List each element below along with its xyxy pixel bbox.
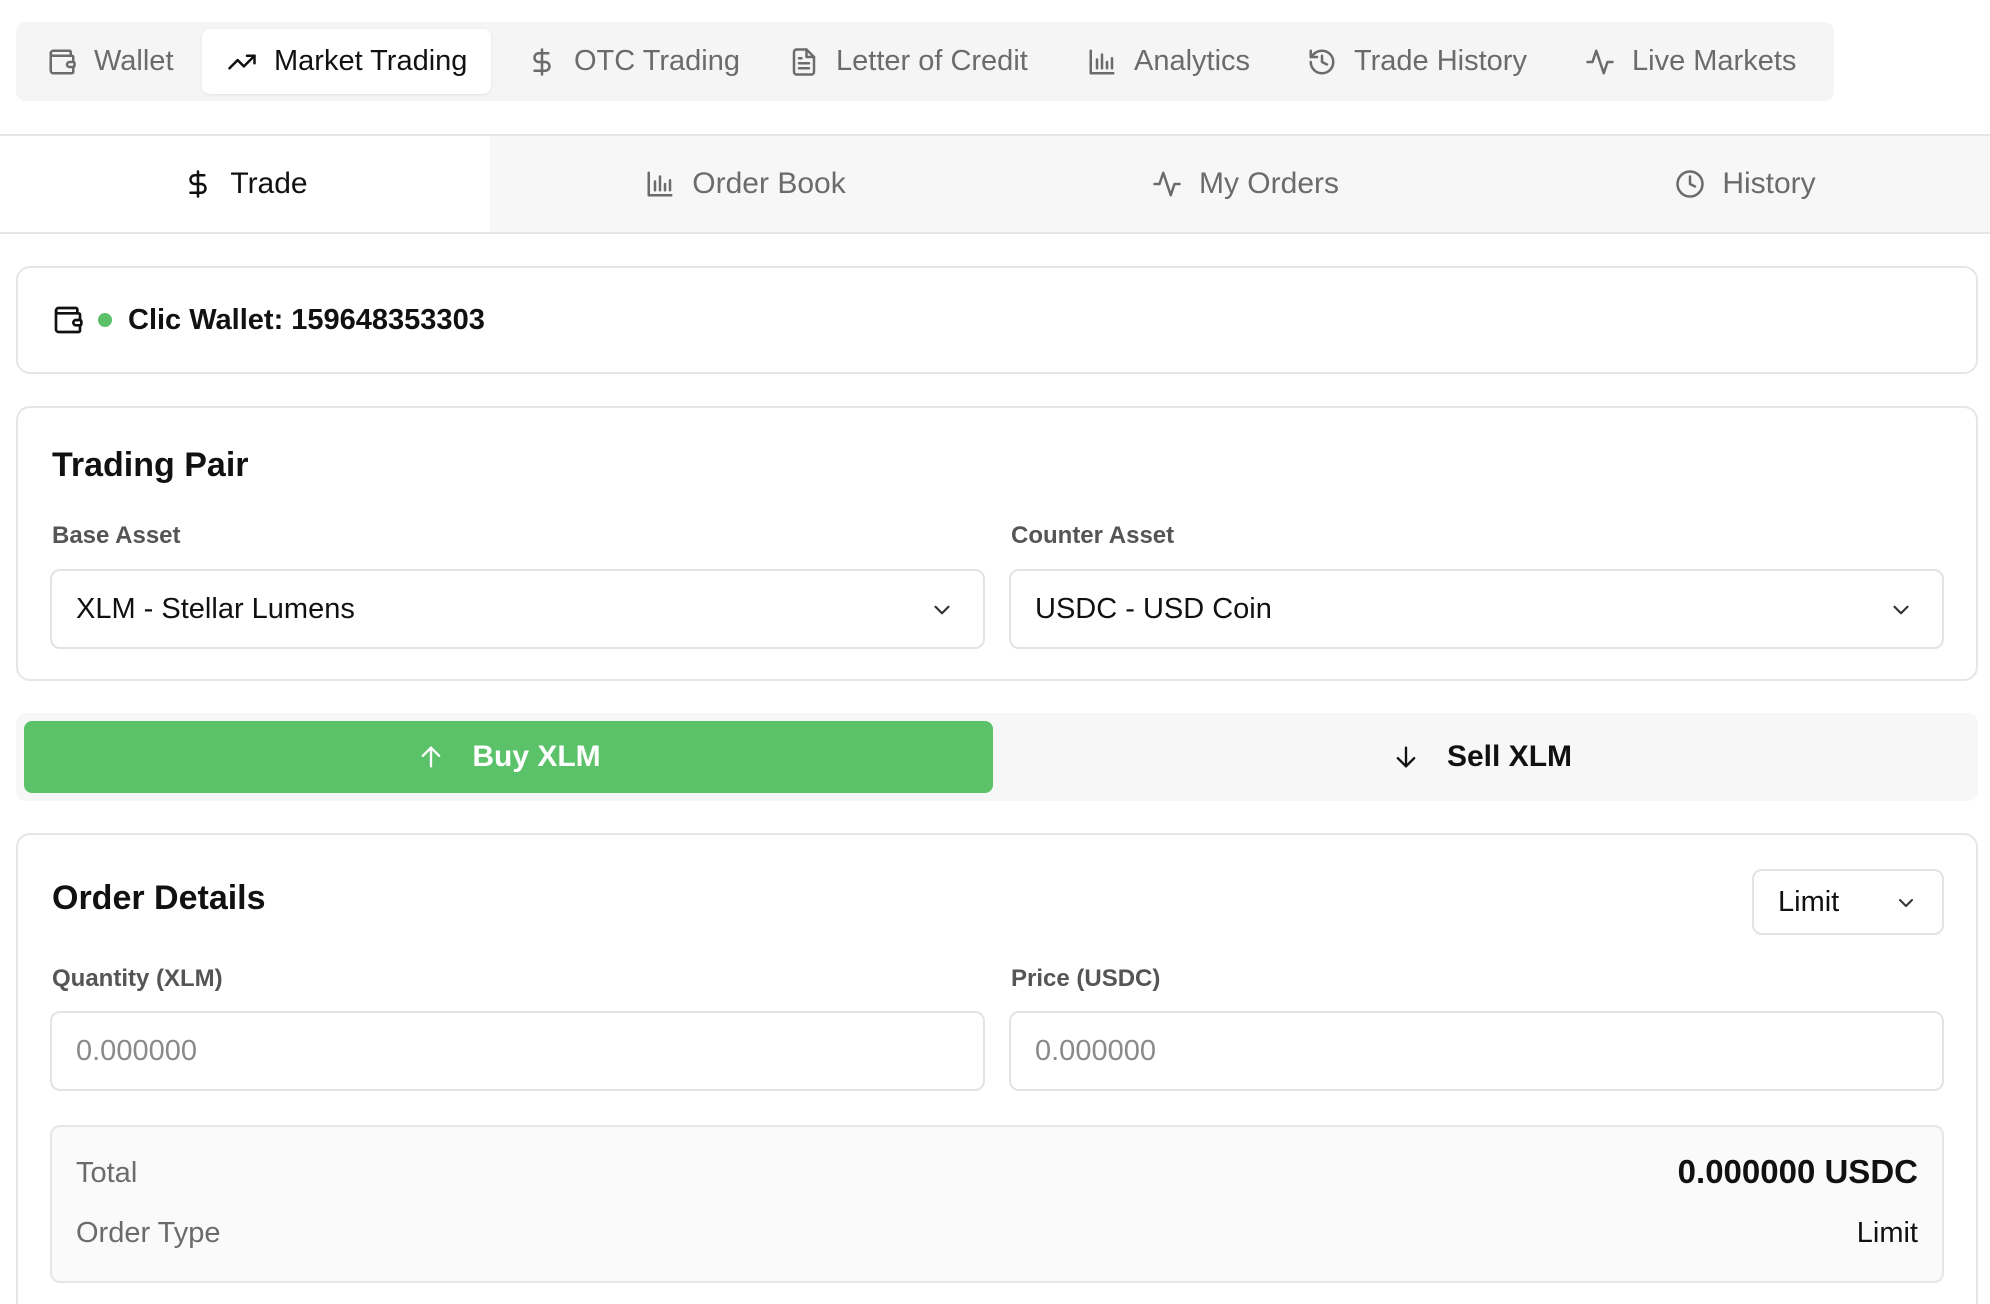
- tab-wallet-label: Wallet: [94, 45, 174, 77]
- wallet-id: Clic Wallet: 159648353303: [128, 303, 485, 336]
- tab-analytics[interactable]: Analytics: [1086, 29, 1250, 94]
- tab-trade-history[interactable]: Trade History: [1306, 29, 1527, 94]
- dollar-icon: [526, 46, 558, 78]
- subtab-my-orders-label: My Orders: [1198, 167, 1339, 200]
- price-label: Price (USDC): [1011, 965, 1161, 992]
- total-value: 0.000000 USDC: [1677, 1153, 1918, 1190]
- buy-button-label: Buy XLM: [472, 740, 601, 773]
- order-type-value: Limit: [1778, 885, 1840, 918]
- history-icon: [1306, 46, 1338, 78]
- trading-pair-card: Trading Pair Base Asset XLM - Stellar Lu…: [16, 406, 1978, 681]
- wallet-icon: [46, 46, 78, 78]
- wallet-card: Clic Wallet: 159648353303: [16, 266, 1978, 374]
- counter-asset-select[interactable]: USDC - USD Coin: [1009, 569, 1944, 649]
- subtab-trade[interactable]: Trade: [0, 136, 490, 232]
- order-details-title: Order Details: [52, 879, 266, 917]
- order-summary: Total 0.000000 USDC Order Type Limit: [50, 1125, 1944, 1283]
- buy-sell-toggle: Buy XLM Sell XLM: [16, 713, 1978, 801]
- counter-asset-value: USDC - USD Coin: [1035, 592, 1272, 625]
- order-type-summary-value: Limit: [1856, 1217, 1918, 1249]
- sub-nav: Trade Order Book My Orders History: [0, 136, 1990, 234]
- subtab-trade-label: Trade: [230, 167, 308, 200]
- document-icon: [788, 46, 820, 78]
- tab-analytics-label: Analytics: [1134, 45, 1251, 77]
- subtab-my-orders[interactable]: My Orders: [1000, 136, 1490, 232]
- subtab-history-label: History: [1722, 167, 1816, 200]
- buy-button[interactable]: Buy XLM: [24, 721, 993, 793]
- chevron-down-icon: [1894, 891, 1918, 915]
- counter-asset-label: Counter Asset: [1011, 522, 1175, 549]
- bar-chart-icon: [644, 168, 676, 200]
- base-asset-value: XLM - Stellar Lumens: [76, 592, 355, 625]
- subtab-order-book[interactable]: Order Book: [500, 136, 990, 232]
- trending-up-icon: [226, 46, 258, 78]
- order-type-select[interactable]: Limit: [1752, 869, 1944, 935]
- dollar-icon: [182, 168, 214, 200]
- order-details-card: Order Details Limit Quantity (XLM) Price…: [16, 833, 1978, 1304]
- wallet-status-dot: [98, 313, 112, 327]
- tab-market-trading[interactable]: Market Trading: [202, 29, 492, 94]
- tab-trade-history-label: Trade History: [1354, 45, 1527, 77]
- quantity-label: Quantity (XLM): [52, 965, 223, 992]
- tab-letter-of-credit[interactable]: Letter of Credit: [788, 29, 1028, 94]
- subtab-history[interactable]: History: [1500, 136, 1990, 232]
- base-asset-label: Base Asset: [52, 522, 181, 549]
- tab-otc-trading[interactable]: OTC Trading: [526, 29, 740, 94]
- arrow-up-icon: [416, 742, 446, 772]
- tab-market-trading-label: Market Trading: [274, 45, 468, 77]
- tab-live-markets-label: Live Markets: [1632, 45, 1797, 77]
- sell-button[interactable]: Sell XLM: [993, 721, 1970, 793]
- subtab-order-book-label: Order Book: [692, 167, 846, 200]
- tab-letter-of-credit-label: Letter of Credit: [836, 45, 1028, 77]
- arrow-down-icon: [1391, 742, 1421, 772]
- clock-icon: [1674, 168, 1706, 200]
- chevron-down-icon: [1888, 597, 1914, 623]
- sell-button-label: Sell XLM: [1446, 740, 1573, 773]
- chevron-down-icon: [929, 597, 955, 623]
- bar-chart-icon: [1086, 46, 1118, 78]
- wallet-icon: [52, 304, 84, 336]
- tab-otc-trading-label: OTC Trading: [574, 45, 740, 77]
- tab-wallet[interactable]: Wallet: [46, 29, 174, 94]
- top-nav: Wallet Market Trading OTC Trading Letter…: [16, 22, 1834, 101]
- tab-live-markets[interactable]: Live Markets: [1584, 29, 1796, 94]
- activity-icon: [1584, 46, 1616, 78]
- quantity-input[interactable]: [50, 1011, 985, 1091]
- total-label: Total: [76, 1157, 138, 1189]
- base-asset-select[interactable]: XLM - Stellar Lumens: [50, 569, 985, 649]
- price-input[interactable]: [1009, 1011, 1944, 1091]
- trading-pair-title: Trading Pair: [52, 446, 249, 484]
- activity-icon: [1151, 168, 1183, 200]
- order-type-summary-label: Order Type: [76, 1217, 221, 1249]
